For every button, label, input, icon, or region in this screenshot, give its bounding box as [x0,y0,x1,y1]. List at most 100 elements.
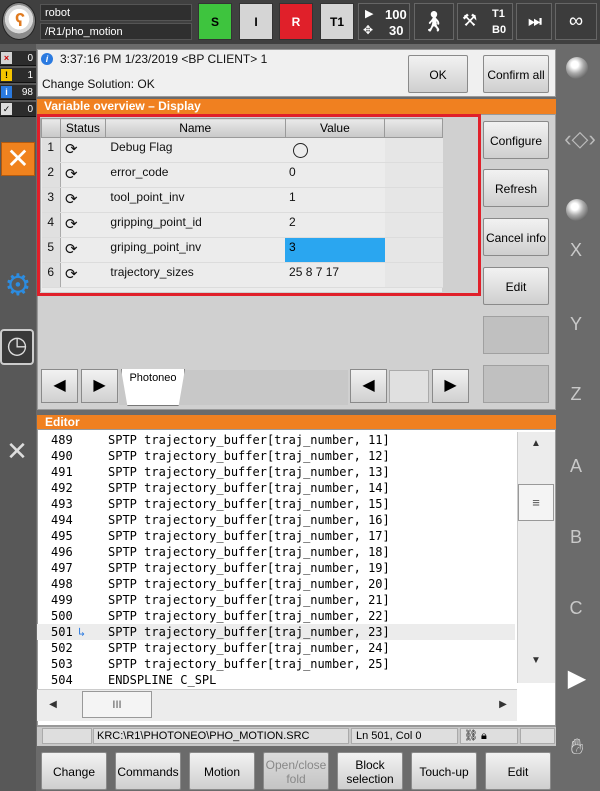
close-icon: ✕ [6,436,28,466]
override-indicator[interactable]: ▶ 100 ✥ 30 [358,3,410,40]
code-line[interactable]: 496 SPTP trajectory_buffer[traj_number, 1… [37,544,515,560]
line-code: SPTP trajectory_buffer[traj_number, 12] [108,449,390,463]
line-code: SPTP trajectory_buffer[traj_number, 14] [108,481,390,495]
jog-mode-button[interactable]: 🚶︎ [414,3,454,40]
scroll-right-icon[interactable]: ▶ [492,695,514,715]
line-number: 492 [51,481,73,495]
line-number: 501 [51,625,73,639]
clock-button[interactable]: ◷ [0,329,34,365]
edit-variable-button[interactable]: Edit [483,267,549,305]
start-play-button[interactable]: ▶ [562,664,592,694]
line-code: SPTP trajectory_buffer[traj_number, 24] [108,641,390,655]
horizontal-scroll-track[interactable] [389,370,429,403]
tool-value: T1 [492,8,505,20]
change-button[interactable]: Change [41,752,107,790]
code-line[interactable]: 500 SPTP trajectory_buffer[traj_number, 2… [37,608,515,624]
axis-x-key[interactable]: X [562,240,590,261]
axis-c-key[interactable]: C [562,598,590,619]
line-code: SPTP trajectory_buffer[traj_number, 23] [108,625,390,639]
code-line[interactable]: 489 SPTP trajectory_buffer[traj_number, 1… [37,432,515,448]
code-line[interactable]: 503 SPTP trajectory_buffer[traj_number, 2… [37,656,515,672]
line-number: 504 [51,673,73,687]
vertical-scroll-thumb[interactable]: ≡ [518,484,554,521]
info-counter[interactable]: i 98 [0,85,36,100]
code-line[interactable]: 495 SPTP trajectory_buffer[traj_number, 1… [37,528,515,544]
block-selection-button[interactable]: Block selection [337,752,403,790]
vertical-scrollbar[interactable] [517,432,555,683]
program-path[interactable]: /R1/pho_motion [40,23,192,40]
warning-counter[interactable]: ! 1 [0,68,36,83]
arrow-left-icon: ◀ [362,377,375,394]
refresh-button[interactable]: Refresh [483,169,549,207]
current-code-line[interactable]: 501 ↳ SPTP trajectory_buffer[traj_number, … [37,624,515,640]
line-code: SPTP trajectory_buffer[traj_number, 15] [108,497,390,511]
code-line[interactable]: 502 SPTP trajectory_buffer[traj_number, 2… [37,640,515,656]
code-line[interactable]: 490 SPTP trajectory_buffer[traj_number, 1… [37,448,515,464]
incremental-jog-button[interactable]: ⏭ [516,3,552,40]
continuous-jog-button[interactable]: ∞ [555,3,597,40]
jog-hand-button[interactable]: ✋︎ [562,732,592,762]
ok-button[interactable]: OK [408,55,468,93]
error-counter[interactable]: × 0 [0,51,36,66]
close-window-button[interactable]: ✕ [1,142,35,176]
edit-button[interactable]: Edit [485,752,551,790]
tab-prev-button[interactable]: ◀ [41,369,78,403]
robot-logo-icon: ʕ [14,10,25,30]
confirm-all-button[interactable]: Confirm all [483,55,549,93]
scroll-right-button[interactable]: ▶ [432,369,469,403]
code-line[interactable]: 504 ENDSPLINE C_SPL [37,672,515,687]
operating-mode[interactable]: T1 [320,3,354,40]
axis-b-key[interactable]: B [562,527,590,548]
scroll-left-button[interactable]: ◀ [350,369,387,403]
warning-count: 1 [27,70,33,81]
info-icon: i [41,53,53,65]
open-close-fold-button[interactable]: Open/close fold [263,752,329,790]
tool-base-indicator[interactable]: ⚒ T1 B0 [457,3,513,40]
settings-button[interactable]: ⚙ [2,270,34,302]
horizontal-scroll-thumb[interactable]: III [82,691,152,718]
scroll-down-icon[interactable]: ▼ [520,655,552,677]
touch-up-button[interactable]: Touch-up [411,752,477,790]
globe-icon[interactable] [566,57,588,79]
robot-name[interactable]: robot [40,4,192,21]
code-line[interactable]: 494 SPTP trajectory_buffer[traj_number, 1… [37,512,515,528]
axis-y-key[interactable]: Y [562,314,590,335]
code-line[interactable]: 498 SPTP trajectory_buffer[traj_number, 2… [37,576,515,592]
line-code: SPTP trajectory_buffer[traj_number, 22] [108,609,390,623]
tab-photoneo[interactable]: Photoneo [121,369,185,406]
line-code: SPTP trajectory_buffer[traj_number, 17] [108,529,390,543]
scroll-left-icon[interactable]: ◀ [42,695,64,715]
ack-counter[interactable]: ✓ 0 [0,102,36,117]
close-editor-button[interactable]: ✕ [2,436,32,466]
cancel-info-button[interactable]: Cancel info [483,218,549,256]
code-line[interactable]: 492 SPTP trajectory_buffer[traj_number, 1… [37,480,515,496]
configure-button[interactable]: Configure [483,121,549,159]
code-line[interactable]: 491 SPTP trajectory_buffer[traj_number, 1… [37,464,515,480]
lock-icon: 🔒︎ [481,730,487,742]
line-code: SPTP trajectory_buffer[traj_number, 25] [108,657,390,671]
drives-status[interactable]: I [239,3,273,40]
submit-interpreter-status[interactable]: S [198,3,232,40]
axis-a-key[interactable]: A [562,456,590,477]
commands-button[interactable]: Commands [115,752,181,790]
ack-count: 0 [27,104,33,115]
motion-button[interactable]: Motion [189,752,255,790]
robot-interpreter-status[interactable]: R [279,3,313,40]
code-editor[interactable]: 489 SPTP trajectory_buffer[traj_number, 1… [37,432,515,687]
play-icon: ▶ [567,665,587,692]
fold-label-line1: Open/close [265,758,327,772]
tab-next-button[interactable]: ▶ [81,369,118,403]
line-number: 498 [51,577,73,591]
jog-override-icon: ✥ [363,23,374,37]
line-number: 502 [51,641,73,655]
jog-wheel-icon[interactable]: ‹◇› [560,100,600,178]
scroll-up-icon[interactable]: ▲ [520,438,552,460]
main-menu-button[interactable]: ʕ [2,2,36,40]
close-icon: ✕ [6,143,30,174]
code-line[interactable]: 499 SPTP trajectory_buffer[traj_number, 2… [37,592,515,608]
line-number: 490 [51,449,73,463]
axis-z-key[interactable]: Z [562,384,590,405]
globe-icon[interactable] [566,199,588,221]
code-line[interactable]: 493 SPTP trajectory_buffer[traj_number, 1… [37,496,515,512]
code-line[interactable]: 497 SPTP trajectory_buffer[traj_number, 1… [37,560,515,576]
